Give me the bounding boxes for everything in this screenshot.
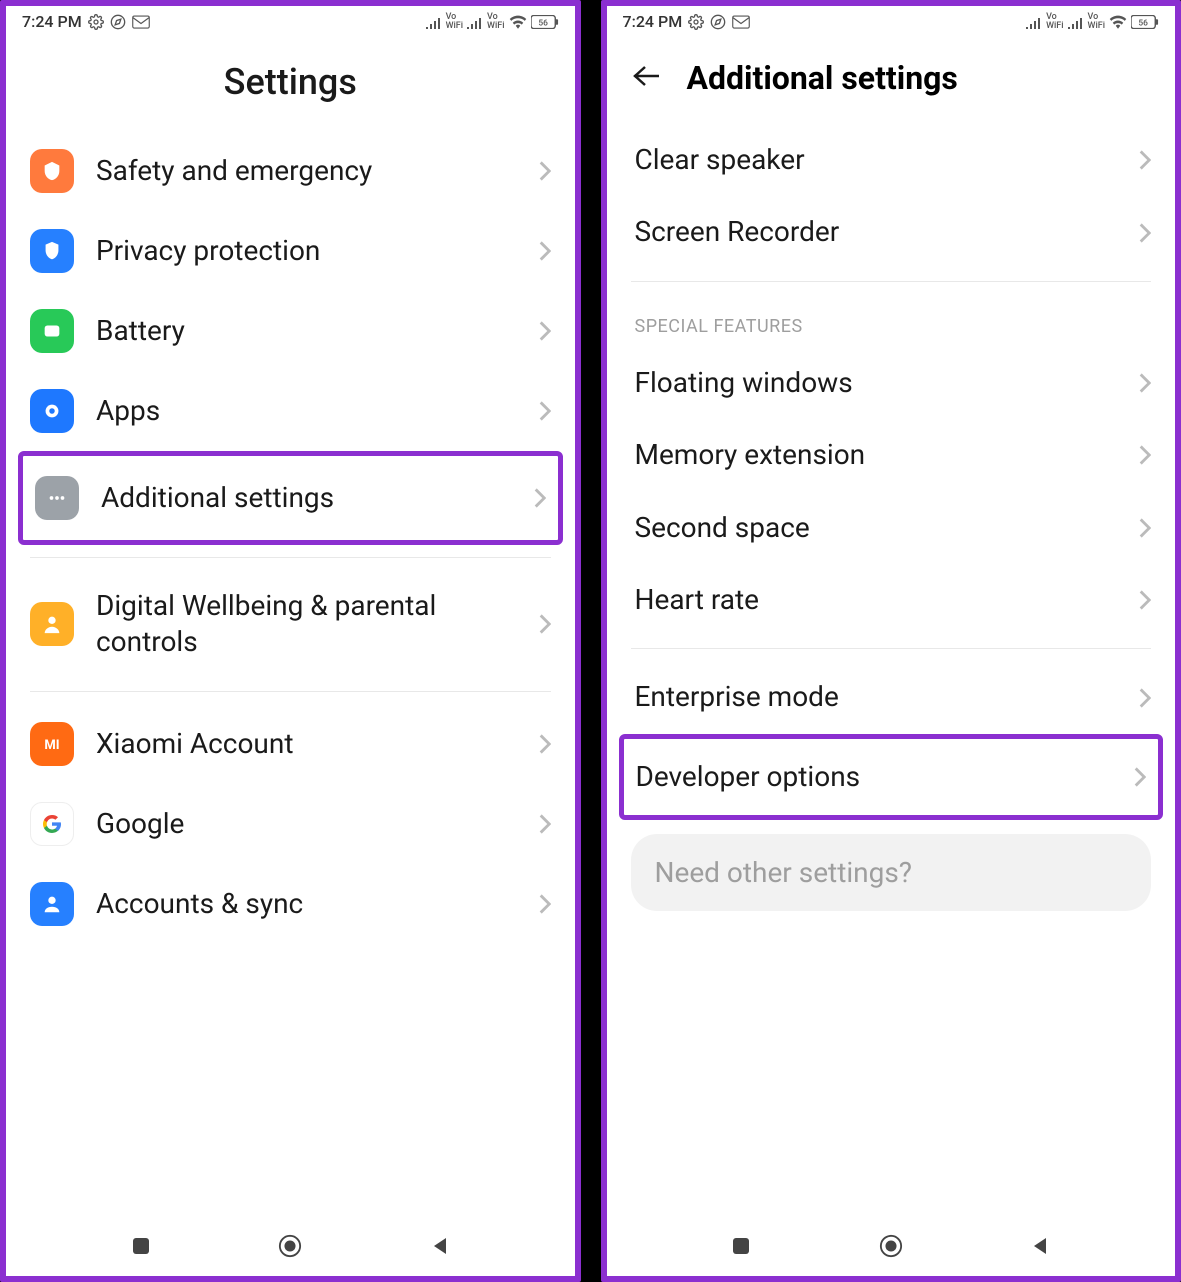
additional-icon <box>35 476 79 520</box>
chevron-right-icon <box>539 814 551 834</box>
search-hint[interactable]: Need other settings? <box>631 834 1152 911</box>
status-time: 7:24 PM <box>623 12 683 31</box>
chevron-right-icon <box>1139 590 1151 610</box>
vowifi-icon: VoWiFi <box>446 13 463 31</box>
nav-bar <box>607 1220 1176 1276</box>
settings-row-apps[interactable]: Apps <box>22 371 559 451</box>
row-memory-extension[interactable]: Memory extension <box>623 419 1160 491</box>
nav-bar <box>6 1220 575 1276</box>
status-time: 7:24 PM <box>22 12 82 31</box>
gear-icon <box>88 14 104 30</box>
battery-icon: 56 <box>531 15 559 29</box>
chevron-right-icon <box>1139 518 1151 538</box>
chevron-right-icon <box>539 614 551 634</box>
privacy-icon <box>30 229 74 273</box>
signal-icon-2 <box>1068 15 1084 29</box>
svg-text:56: 56 <box>538 18 548 28</box>
nav-recent-button[interactable] <box>729 1234 753 1258</box>
digital-icon <box>30 602 74 646</box>
additional-settings-list[interactable]: Clear speaker Screen Recorder SPECIAL FE… <box>607 124 1176 1220</box>
gmail-icon <box>132 15 150 29</box>
status-bar: 7:24 PM VoWiFi VoWiFi 56 <box>607 6 1176 35</box>
settings-row-google[interactable]: Google <box>22 784 559 864</box>
nav-back-button[interactable] <box>1028 1234 1052 1258</box>
nav-home-button[interactable] <box>879 1234 903 1258</box>
vowifi-icon: VoWiFi <box>1046 13 1063 31</box>
wifi-icon <box>1109 15 1127 29</box>
chevron-right-icon <box>539 241 551 261</box>
chevron-right-icon <box>1139 223 1151 243</box>
chevron-right-icon <box>539 321 551 341</box>
gmail-icon <box>732 15 750 29</box>
vowifi-icon-2: VoWiFi <box>1088 13 1105 31</box>
row-clear-speaker[interactable]: Clear speaker <box>623 124 1160 196</box>
status-bar: 7:24 PM VoWiFi VoWiFi 56 <box>6 6 575 35</box>
svg-text:MI: MI <box>44 738 59 753</box>
accounts-icon <box>30 882 74 926</box>
settings-row-additional[interactable]: Additional settings <box>23 456 558 540</box>
google-icon <box>30 802 74 846</box>
row-developer-options[interactable]: Developer options <box>624 739 1159 815</box>
xiaomi-icon: MI <box>30 722 74 766</box>
section-title: SPECIAL FEATURES <box>623 294 1160 347</box>
divider <box>30 557 551 558</box>
settings-row-privacy[interactable]: Privacy protection <box>22 211 559 291</box>
chevron-right-icon <box>539 401 551 421</box>
divider <box>631 648 1152 649</box>
chevron-right-icon <box>539 161 551 181</box>
page-header: Settings <box>6 35 575 131</box>
apps-icon <box>30 389 74 433</box>
additional-settings-screen: 7:24 PM VoWiFi VoWiFi 56 Additional sett… <box>601 0 1181 1282</box>
safety-icon <box>30 149 74 193</box>
chevron-right-icon <box>1139 150 1151 170</box>
settings-row-digital[interactable]: Digital Wellbeing & parental controls <box>22 570 559 679</box>
divider <box>631 281 1152 282</box>
settings-row-accounts[interactable]: Accounts & sync <box>22 864 559 944</box>
chevron-right-icon <box>1139 445 1151 465</box>
settings-row-xiaomi[interactable]: MI Xiaomi Account <box>22 704 559 784</box>
page-title: Settings <box>26 61 555 103</box>
battery-icon: 56 <box>1131 15 1159 29</box>
page-header: Additional settings <box>607 35 1176 124</box>
chevron-right-icon <box>539 734 551 754</box>
signal-icon-2 <box>467 15 483 29</box>
nav-home-button[interactable] <box>278 1234 302 1258</box>
battery-app-icon <box>30 309 74 353</box>
row-screen-recorder[interactable]: Screen Recorder <box>623 196 1160 268</box>
chevron-right-icon <box>1139 373 1151 393</box>
chevron-right-icon <box>1134 767 1146 787</box>
wifi-icon <box>509 15 527 29</box>
chevron-right-icon <box>534 488 546 508</box>
compass-icon <box>710 14 726 30</box>
back-button[interactable] <box>627 55 667 100</box>
vowifi-icon-2: VoWiFi <box>487 13 504 31</box>
gear-icon <box>688 14 704 30</box>
row-enterprise-mode[interactable]: Enterprise mode <box>623 661 1160 733</box>
signal-icon <box>1026 15 1042 29</box>
settings-list[interactable]: Safety and emergency Privacy protection … <box>6 131 575 1220</box>
divider <box>30 691 551 692</box>
highlight-developer: Developer options <box>619 734 1164 820</box>
settings-row-safety[interactable]: Safety and emergency <box>22 131 559 211</box>
svg-text:56: 56 <box>1138 18 1148 28</box>
row-second-space[interactable]: Second space <box>623 492 1160 564</box>
row-heart-rate[interactable]: Heart rate <box>623 564 1160 636</box>
row-floating-windows[interactable]: Floating windows <box>623 347 1160 419</box>
settings-screen: 7:24 PM VoWiFi VoWiFi 56 Settings Safety… <box>0 0 581 1282</box>
highlight-additional: Additional settings <box>18 451 563 545</box>
chevron-right-icon <box>1139 688 1151 708</box>
signal-icon <box>426 15 442 29</box>
nav-back-button[interactable] <box>428 1234 452 1258</box>
page-title: Additional settings <box>687 59 958 97</box>
settings-row-battery[interactable]: Battery <box>22 291 559 371</box>
chevron-right-icon <box>539 894 551 914</box>
compass-icon <box>110 14 126 30</box>
nav-recent-button[interactable] <box>129 1234 153 1258</box>
